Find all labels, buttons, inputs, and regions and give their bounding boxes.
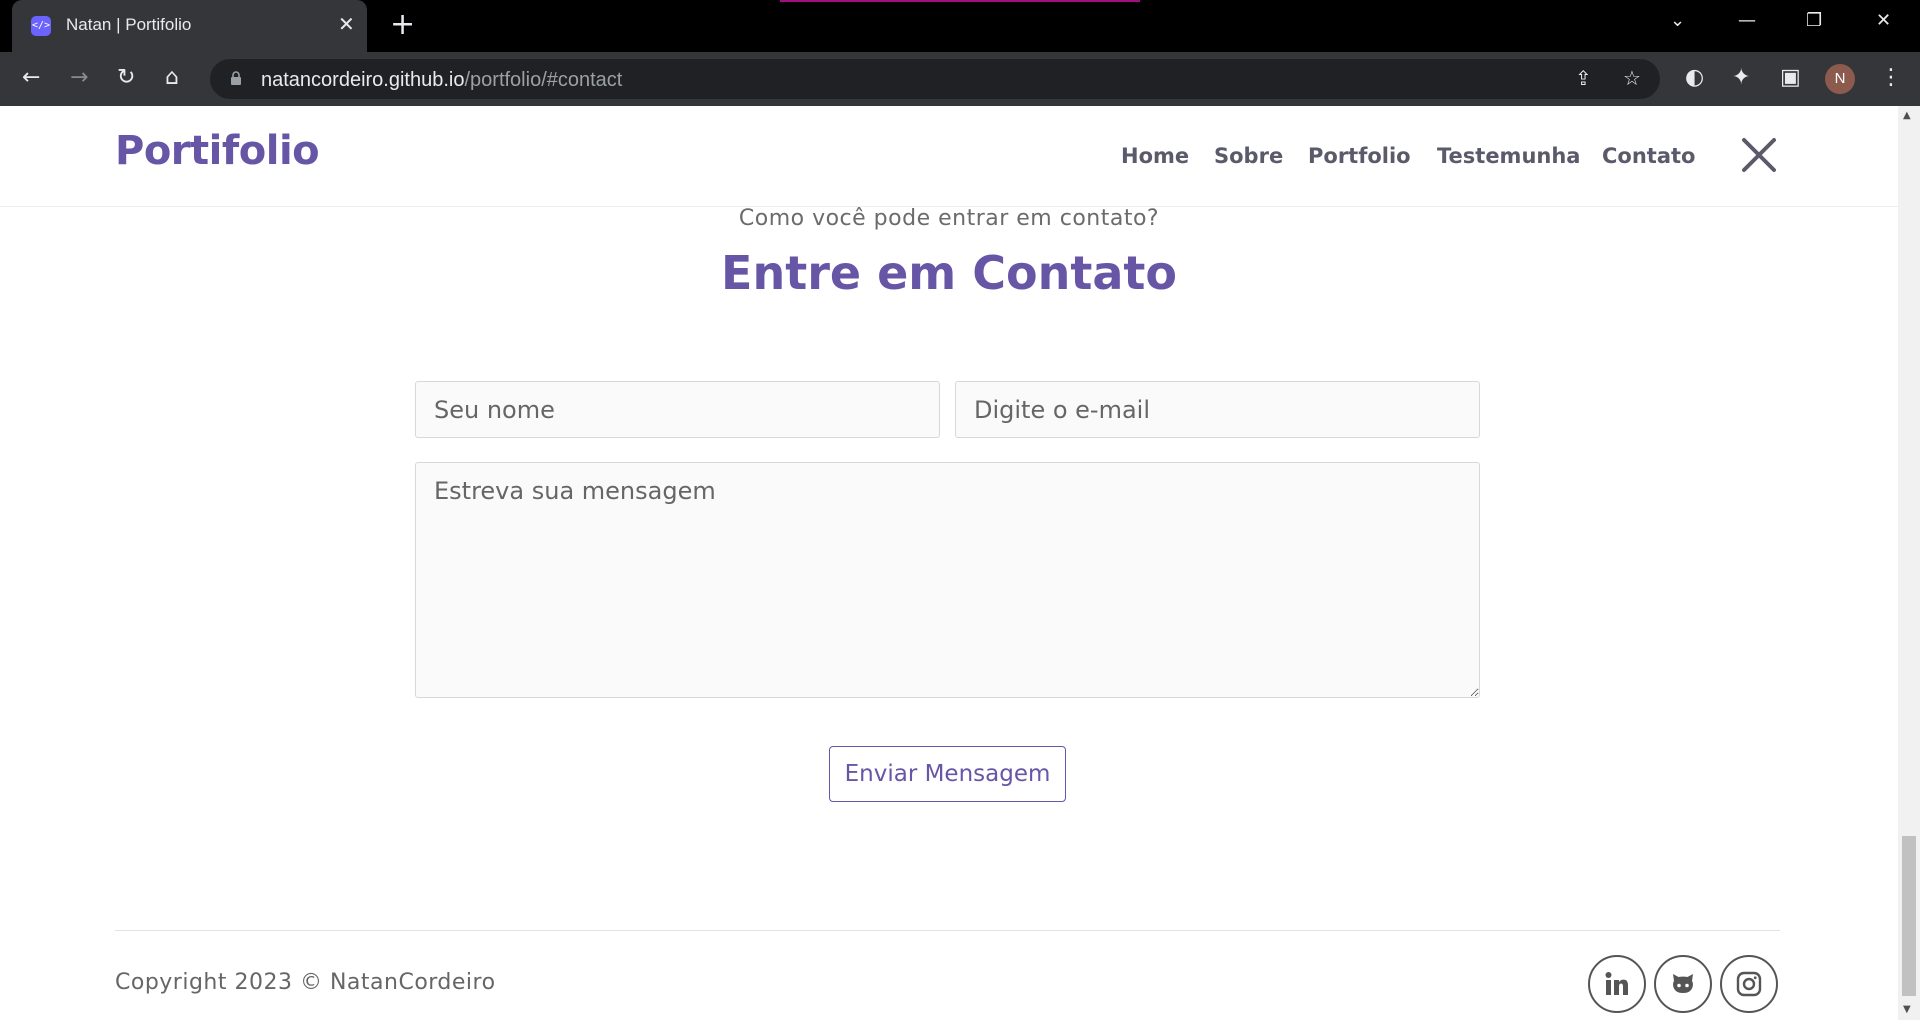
nav-contato[interactable]: Contato	[1602, 144, 1695, 168]
site-logo[interactable]: Portifolio	[115, 128, 320, 174]
instagram-icon	[1736, 971, 1762, 997]
loading-indicator	[780, 0, 1140, 2]
extension-icon[interactable]: ◐	[1685, 66, 1704, 90]
side-panel-icon[interactable]: ▣	[1780, 66, 1801, 90]
share-icon[interactable]: ⇪	[1575, 66, 1592, 90]
reload-icon[interactable]: ↻	[117, 66, 135, 90]
scroll-up-icon[interactable]: ▲	[1903, 110, 1911, 121]
bookmark-star-icon[interactable]: ☆	[1623, 66, 1641, 90]
footer-divider	[115, 930, 1780, 931]
page-content: Portifolio Home Sobre Portfolio Testemun…	[0, 106, 1898, 1020]
browser-toolbar: ← → ↻ ⌂ natancordeiro.github.io/portfoli…	[0, 52, 1920, 106]
menu-kebab-icon[interactable]: ⋮	[1880, 66, 1902, 90]
send-message-button[interactable]: Enviar Mensagem	[829, 746, 1066, 802]
contact-subtitle: Como você pode entrar em contato?	[738, 206, 1160, 231]
favicon-icon: </>	[31, 16, 51, 36]
browser-tabstrip: </> Natan | Portifolio ✕ + ⌄ — ❐ ✕	[0, 0, 1920, 52]
nav-portfolio[interactable]: Portfolio	[1308, 144, 1411, 168]
url-text: natancordeiro.github.io/portfolio/#conta…	[261, 69, 623, 91]
site-header: Portifolio Home Sobre Portfolio Testemun…	[0, 106, 1898, 207]
lock-icon	[231, 71, 241, 85]
profile-avatar[interactable]: N	[1825, 64, 1855, 94]
github-button[interactable]	[1654, 955, 1712, 1013]
email-input[interactable]	[955, 381, 1480, 438]
linkedin-icon	[1605, 972, 1628, 995]
nav-home[interactable]: Home	[1121, 144, 1189, 168]
tab-search-icon[interactable]: ⌄	[1670, 10, 1685, 31]
window-close-icon[interactable]: ✕	[1876, 10, 1891, 31]
new-tab-icon[interactable]: +	[390, 9, 415, 41]
minimize-icon[interactable]: —	[1738, 10, 1756, 31]
extensions-puzzle-icon[interactable]: ✦	[1732, 66, 1750, 90]
home-icon[interactable]: ⌂	[165, 66, 179, 90]
back-icon[interactable]: ←	[22, 66, 40, 90]
address-bar[interactable]: natancordeiro.github.io/portfolio/#conta…	[210, 59, 1660, 99]
nav-testemunha[interactable]: Testemunha	[1437, 144, 1580, 168]
tab-title: Natan | Portifolio	[66, 15, 192, 34]
scroll-thumb[interactable]	[1902, 836, 1916, 996]
page-scrollbar[interactable]: ▲ ▼	[1898, 106, 1920, 1020]
name-input[interactable]	[415, 381, 940, 438]
instagram-button[interactable]	[1720, 955, 1778, 1013]
restore-icon[interactable]: ❐	[1806, 10, 1822, 31]
nav-sobre[interactable]: Sobre	[1214, 144, 1283, 168]
tab-close-icon[interactable]: ✕	[338, 12, 355, 36]
contact-title: Entre em Contato	[721, 246, 1177, 300]
close-menu-icon[interactable]	[1740, 136, 1778, 174]
message-textarea[interactable]	[415, 462, 1480, 698]
browser-tab[interactable]: </> Natan | Portifolio ✕	[12, 0, 367, 52]
linkedin-button[interactable]	[1588, 955, 1646, 1013]
copyright-text: Copyright 2023 © NatanCordeiro	[115, 970, 496, 995]
github-icon	[1673, 974, 1693, 993]
scroll-down-icon[interactable]: ▼	[1903, 1004, 1911, 1015]
forward-icon[interactable]: →	[70, 66, 88, 90]
